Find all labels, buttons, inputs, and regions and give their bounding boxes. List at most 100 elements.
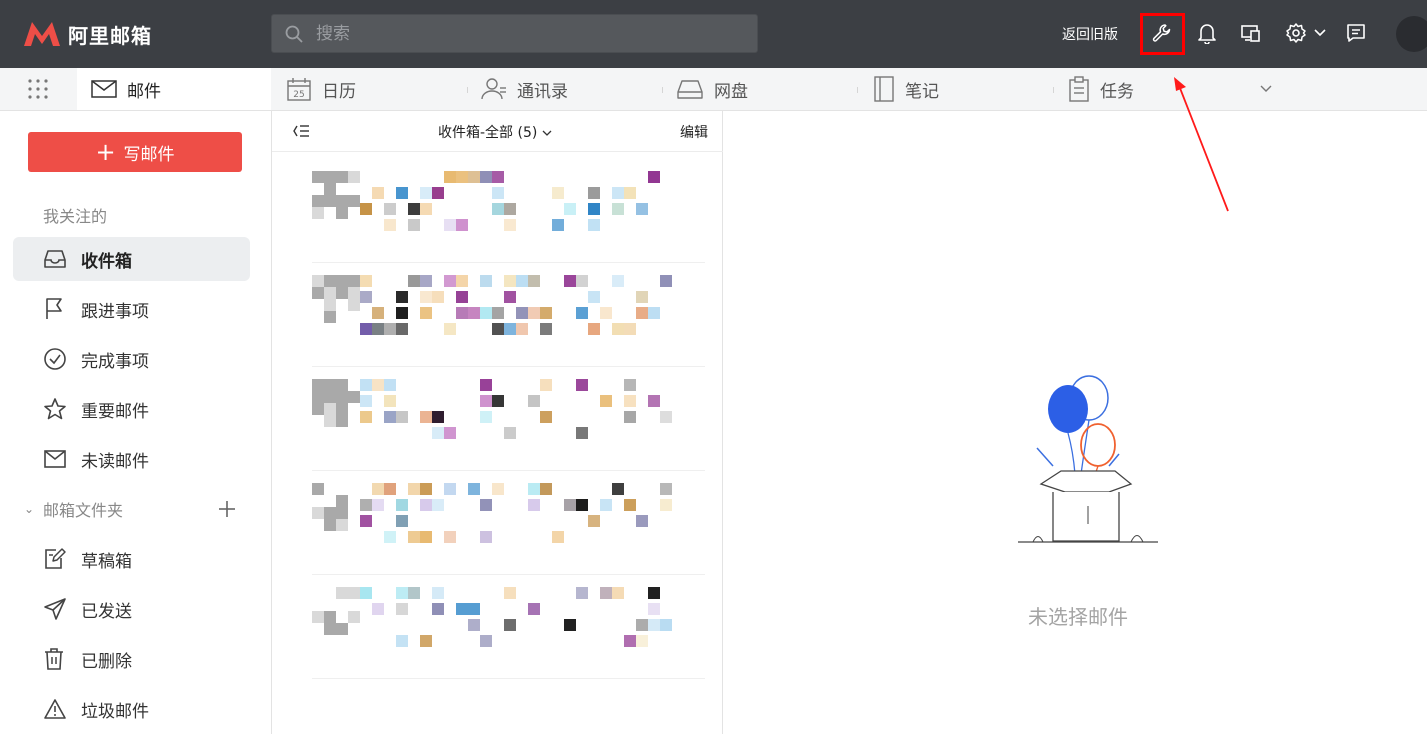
redacted-pixel — [324, 623, 336, 635]
tab-disk[interactable]: 网盘 — [676, 68, 748, 110]
redacted-pixel — [564, 203, 576, 215]
feedback-icon[interactable] — [1344, 21, 1368, 45]
redacted-pixel — [360, 203, 372, 215]
redacted-pixel — [492, 323, 504, 335]
redacted-pixel — [348, 287, 360, 299]
redacted-pixel — [528, 483, 540, 495]
avatar[interactable] — [1396, 16, 1427, 52]
disk-icon — [677, 80, 703, 99]
sidebar-item-inbox[interactable]: 收件箱 — [13, 237, 250, 281]
redacted-pixel — [612, 323, 624, 335]
redacted-pixel — [360, 323, 372, 335]
tab-separator — [467, 87, 468, 93]
sidebar-item-spam[interactable]: 垃圾邮件 — [13, 687, 250, 731]
redacted-pixel — [492, 483, 504, 495]
redacted-pixel — [504, 219, 516, 231]
compose-button[interactable]: + 写邮件 — [28, 132, 242, 172]
envelope-icon — [44, 450, 66, 468]
redacted-pixel — [408, 483, 420, 495]
sidebar-item-drafts[interactable]: 草稿箱 — [13, 537, 250, 581]
edit-button[interactable]: 编辑 — [680, 122, 708, 142]
tab-tasks[interactable]: 任务 — [1068, 68, 1134, 110]
more-tabs-chevron-icon[interactable] — [1258, 80, 1274, 96]
wrench-icon[interactable] — [1150, 21, 1174, 45]
redacted-pixel — [324, 611, 336, 623]
redacted-pixel — [372, 603, 384, 615]
redacted-pixel — [504, 619, 516, 631]
return-old-version-link[interactable]: 返回旧版 — [1062, 24, 1118, 44]
sidebar-item-sent[interactable]: 已发送 — [13, 587, 250, 631]
sidebar-item-unread[interactable]: 未读邮件 — [13, 437, 250, 481]
bell-icon[interactable] — [1195, 21, 1219, 45]
empty-state-text: 未选择邮件 — [1028, 605, 1128, 629]
redacted-pixel — [408, 275, 420, 287]
app-logo[interactable]: 阿里邮箱 — [22, 18, 152, 50]
redacted-pixel — [576, 499, 588, 511]
sidebar-item-label: 草稿箱 — [81, 551, 132, 572]
folder-collapse-chevron-icon[interactable]: ⌄ — [24, 502, 34, 516]
redacted-pixel — [576, 275, 588, 287]
folder-filter-dropdown[interactable]: 收件箱-全部 (5) — [438, 122, 552, 142]
mail-list-item[interactable] — [272, 469, 723, 575]
redacted-pixel — [504, 203, 516, 215]
sidebar-item-label: 重要邮件 — [81, 401, 149, 422]
redacted-pixel — [324, 391, 336, 403]
redacted-pixel — [492, 307, 504, 319]
redacted-pixel — [396, 515, 408, 527]
redacted-pixel — [432, 411, 444, 423]
redacted-pixel — [312, 483, 324, 495]
redacted-pixel — [384, 219, 396, 231]
redacted-pixel — [660, 499, 672, 511]
search-box[interactable] — [271, 14, 758, 53]
folders-section-title: 邮箱文件夹 — [43, 501, 124, 520]
redacted-pixel — [528, 395, 540, 407]
redacted-pixel — [336, 495, 348, 507]
redacted-pixel — [396, 499, 408, 511]
redacted-pixel — [432, 499, 444, 511]
devices-icon[interactable] — [1239, 21, 1263, 45]
search-input[interactable] — [316, 15, 736, 52]
add-folder-icon[interactable] — [216, 498, 238, 520]
compose-label: 写邮件 — [123, 144, 175, 165]
apps-grid-icon[interactable] — [27, 78, 49, 100]
sidebar-item-completed[interactable]: 完成事项 — [13, 337, 250, 381]
sidebar-item-trash[interactable]: 已删除 — [13, 637, 250, 681]
redacted-pixel — [408, 587, 420, 599]
redacted-pixel — [660, 411, 672, 423]
redacted-pixel — [492, 395, 504, 407]
redacted-pixel — [636, 203, 648, 215]
mail-list-item[interactable] — [272, 365, 723, 471]
tab-contacts[interactable]: 通讯录 — [481, 68, 568, 110]
tab-separator — [662, 87, 663, 93]
settings-icon[interactable] — [1284, 21, 1308, 45]
sidebar-item-follow-up[interactable]: 跟进事项 — [13, 287, 250, 331]
notebook-icon — [874, 76, 894, 102]
redacted-pixel — [336, 391, 348, 403]
redacted-pixel — [516, 307, 528, 319]
tab-calendar[interactable]: 25 日历 — [286, 68, 356, 110]
redacted-pixel — [384, 203, 396, 215]
redacted-pixel — [396, 291, 408, 303]
redacted-pixel — [408, 219, 420, 231]
redacted-pixel — [504, 427, 516, 439]
chevron-down-icon[interactable] — [1312, 21, 1328, 45]
mail-list-item[interactable] — [272, 261, 723, 367]
collapse-sidebar-icon[interactable] — [292, 123, 310, 139]
redacted-pixel — [372, 187, 384, 199]
redacted-pixel — [576, 307, 588, 319]
sidebar-item-important[interactable]: 重要邮件 — [13, 387, 250, 431]
redacted-pixel — [420, 483, 432, 495]
calendar-date-badge: 25 — [293, 90, 304, 100]
redacted-pixel — [612, 203, 624, 215]
redacted-pixel — [396, 603, 408, 615]
tab-mail[interactable]: 邮件 — [77, 68, 271, 110]
mail-list-item[interactable] — [272, 573, 723, 679]
contacts-icon — [481, 78, 506, 100]
tab-notes[interactable]: 笔记 — [873, 68, 939, 110]
redacted-pixel — [624, 499, 636, 511]
redacted-pixel — [648, 171, 660, 183]
send-icon — [44, 598, 66, 620]
redacted-pixel — [636, 619, 648, 631]
redacted-pixel — [420, 531, 432, 543]
mail-list-item[interactable] — [272, 157, 723, 263]
